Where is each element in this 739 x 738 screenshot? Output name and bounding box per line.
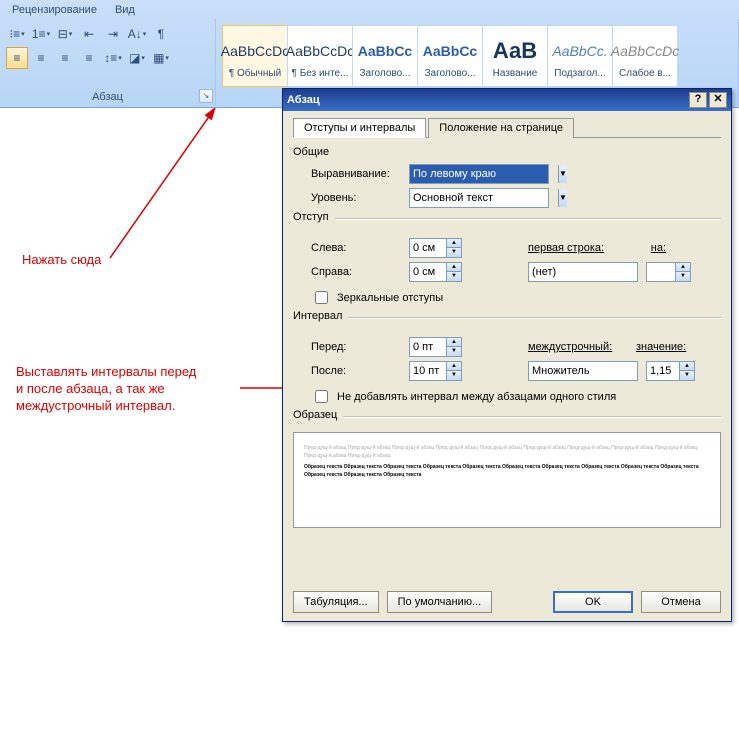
tab-review[interactable]: Рецензирование (4, 2, 105, 19)
label-at: значение: (636, 341, 696, 353)
combo-outline-level[interactable]: ▼ (409, 188, 549, 208)
align-center-icon[interactable]: ≡ (30, 47, 52, 69)
bullets-icon[interactable]: ⁝≡ (6, 23, 28, 45)
checkbox-mirror-indents[interactable]: Зеркальные отступы (311, 288, 721, 307)
chevron-down-icon[interactable]: ▼ (558, 189, 567, 207)
cancel-button[interactable]: Отмена (641, 591, 721, 613)
spinner-space-after[interactable]: ▲▼ (409, 361, 462, 381)
combo-line-spacing[interactable]: ▼ (528, 361, 638, 381)
paragraph-group: ⁝≡ 1≡ ⊟ ⇤ ⇥ A↓ ¶ ≡ ≡ ≡ ≡ ↕≡ ◪ ▦ (0, 19, 216, 105)
spinner-indent-right[interactable]: ▲▼ (409, 262, 462, 282)
spinner-space-before[interactable]: ▲▼ (409, 337, 462, 357)
shading-icon[interactable]: ◪ (126, 47, 148, 69)
combo-first-line[interactable]: ▼ (528, 262, 638, 282)
tab-view[interactable]: Вид (107, 2, 143, 19)
fieldset-general: Общие Выравнивание: ▼ Уровень: ▼ (293, 146, 721, 208)
dialog-buttons: Табуляция... По умолчанию... OK Отмена (293, 591, 721, 613)
help-button[interactable]: ? (689, 92, 707, 108)
label-by: на: (636, 242, 666, 254)
label-indent-right: Справа: (311, 266, 401, 278)
fieldset-spacing: Интервал Перед: ▲▼ междустрочный: значен… (293, 317, 721, 406)
numbering-icon[interactable]: 1≡ (30, 23, 52, 45)
paragraph-dialog: Абзац ? ✕ Отступы и интервалы Положение … (282, 88, 732, 622)
chevron-down-icon[interactable]: ▼ (558, 165, 567, 183)
style-heading1[interactable]: AaBbCc Заголово... (352, 25, 418, 87)
label-alignment: Выравнивание: (311, 168, 401, 180)
paragraph-group-label: Абзац (6, 89, 209, 103)
indent-decrease-icon[interactable]: ⇤ (78, 23, 100, 45)
label-indent-left: Слева: (311, 242, 401, 254)
label-space-before: Перед: (311, 341, 401, 353)
spinner-indent-left[interactable]: ▲▼ (409, 238, 462, 258)
annotation-interval: Выставлять интервалы перед и после абзац… (16, 364, 196, 415)
annotation-click-here: Нажать сюда (22, 252, 101, 267)
style-title[interactable]: АаВ Название (482, 25, 548, 87)
style-subtitle[interactable]: AaBbCc. Подзагол... (547, 25, 613, 87)
tab-indents-spacing[interactable]: Отступы и интервалы (293, 118, 426, 138)
fieldset-indent: Отступ Слева: ▲▼ первая строка: на: Спра… (293, 218, 721, 307)
sort-icon[interactable]: A↓ (126, 23, 148, 45)
dialog-title: Абзац (287, 94, 320, 106)
default-button[interactable]: По умолчанию... (387, 591, 493, 613)
dialog-tabs: Отступы и интервалы Положение на страниц… (293, 117, 721, 138)
style-normal[interactable]: AaBbCcDc ¶ Обычный (222, 25, 288, 87)
label-first-line: первая строка: (528, 242, 628, 254)
checkbox-no-space-same-style[interactable]: Не добавлять интервал между абзацами одн… (311, 387, 721, 406)
style-heading2[interactable]: AaBbCc Заголово... (417, 25, 483, 87)
preview-pane: Пред-дущ-й абзац Пред-дущ-й абзац Пред-д… (293, 432, 721, 528)
close-button[interactable]: ✕ (709, 92, 727, 108)
label-outline-level: Уровень: (311, 192, 401, 204)
combo-alignment[interactable]: ▼ (409, 164, 549, 184)
tab-line-page-breaks[interactable]: Положение на странице (428, 118, 574, 138)
style-subtle-emphasis[interactable]: AaBbCcDc Слабое в... (612, 25, 678, 87)
align-right-icon[interactable]: ≡ (54, 47, 76, 69)
dialog-titlebar[interactable]: Абзац ? ✕ (283, 89, 731, 111)
multilevel-icon[interactable]: ⊟ (54, 23, 76, 45)
label-space-after: После: (311, 365, 401, 377)
ok-button[interactable]: OK (553, 591, 633, 613)
style-no-spacing[interactable]: AaBbCcDc ¶ Без инте... (287, 25, 353, 87)
spinner-line-spacing-at[interactable]: ▲▼ (646, 361, 695, 381)
justify-icon[interactable]: ≡ (78, 47, 100, 69)
label-line-spacing: междустрочный: (528, 341, 628, 353)
paragraph-dialog-launcher[interactable]: ↘ (199, 89, 213, 103)
ribbon-tabs: Рецензирование Вид (0, 0, 739, 19)
borders-icon[interactable]: ▦ (150, 47, 172, 69)
align-left-icon[interactable]: ≡ (6, 47, 28, 69)
indent-increase-icon[interactable]: ⇥ (102, 23, 124, 45)
tabs-button[interactable]: Табуляция... (293, 591, 379, 613)
fieldset-preview: Образец Пред-дущ-й абзац Пред-дущ-й абза… (293, 416, 721, 528)
spinner-first-line-by[interactable]: ▲▼ (646, 262, 691, 282)
styles-gallery[interactable]: AaBbCcDc ¶ Обычный AaBbCcDc ¶ Без инте..… (222, 23, 732, 87)
show-marks-icon[interactable]: ¶ (150, 23, 172, 45)
line-spacing-icon[interactable]: ↕≡ (102, 47, 124, 69)
